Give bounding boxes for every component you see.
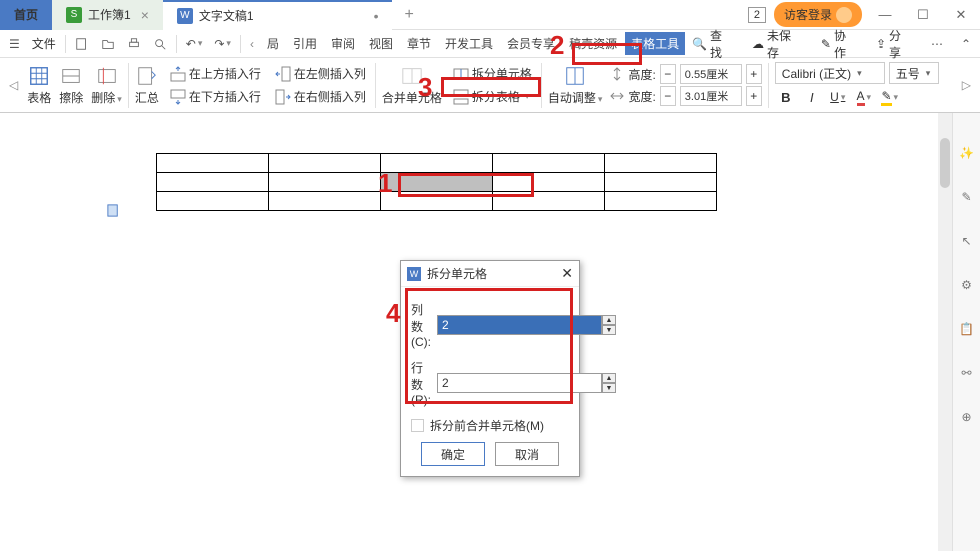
summary-button[interactable]: 汇总 [131,63,163,108]
font-size-select[interactable]: 五号▾ [889,62,939,84]
undo-icon[interactable]: ↶▾ [181,34,208,54]
unsaved-indicator[interactable]: ☁未保存 [747,24,808,64]
height-decrease[interactable]: − [660,64,676,84]
select-icon[interactable]: ↖ [957,231,977,251]
font-color-button[interactable]: A▾ [853,86,875,108]
height-input[interactable] [680,64,742,84]
tab-label: 文字文稿1 [199,7,254,24]
menu-tab[interactable]: 审阅 [325,32,361,55]
ok-button[interactable]: 确定 [421,442,485,466]
menu-tab[interactable]: 局 [261,32,285,55]
merge-before-checkbox: 拆分前合并单元格(M) [411,417,569,434]
vertical-scrollbar[interactable] [938,113,952,551]
tab-document[interactable]: W 文字文稿1 • [163,0,393,30]
menu-bar: ☰ 文件 ↶▾ ↷▾ ‹ 局 引用 审阅 视图 章节 开发工具 会员专享 稿壳资… [0,30,980,58]
notification-badge[interactable]: 2 [748,7,766,23]
width-label: 宽度: [628,88,655,105]
checkbox-icon [411,419,424,432]
tab-modified-dot: • [374,8,379,24]
dialog-close-icon[interactable]: ✕ [561,265,573,282]
dialog-icon: W [407,267,421,281]
annotation-box-3 [441,77,541,97]
width-increase[interactable]: + [746,86,762,106]
cols-up[interactable]: ▲ [602,315,616,325]
insert-col-right-button[interactable]: 在右侧插入列 [272,86,369,107]
redo-icon[interactable]: ↷▾ [209,34,236,54]
search-button[interactable]: 🔍查找 [687,24,739,64]
more-icon[interactable]: ⋯ [926,34,948,54]
merge-cells-button: 合并单元格 [378,63,446,108]
annotation-box-4 [405,288,573,404]
tab-label: 工作簿1 [88,6,131,23]
dialog-title: 拆分单元格 [427,265,487,282]
width-icon [610,89,624,103]
bold-button[interactable]: B [775,86,797,108]
height-icon [610,67,624,81]
width-input[interactable] [680,86,742,106]
annotation-4: 4 [386,298,400,329]
spreadsheet-icon: S [66,7,82,23]
print-icon[interactable] [122,34,146,54]
annotation-2: 2 [550,30,564,61]
height-increase[interactable]: + [746,64,762,84]
pen-icon[interactable]: ✎ [957,187,977,207]
annotation-box-1 [398,173,534,197]
insert-col-left-button[interactable]: 在左侧插入列 [272,63,369,84]
annotation-3: 3 [418,72,432,103]
insert-row-above-button[interactable]: 在上方插入行 [167,63,264,84]
cols-down[interactable]: ▼ [602,325,616,335]
cancel-button[interactable]: 取消 [495,442,559,466]
avatar-icon [836,7,852,23]
side-panel: ✨ ✎ ↖ ⚙ 📋 ⚯ ⊕ [952,113,980,551]
file-menu[interactable]: 文件 [27,32,61,55]
document-icon: W [177,8,193,24]
rows-up[interactable]: ▲ [602,373,616,383]
collapse-ribbon-icon[interactable]: ⌃ [956,34,976,54]
height-label: 高度: [628,66,655,83]
row-height-control: 高度: − + [610,64,761,84]
delete-button[interactable]: 删除▾ [87,63,126,108]
menu-tab[interactable]: 开发工具 [439,32,499,55]
new-icon[interactable] [70,34,94,54]
draw-table-button[interactable]: 表格 [23,63,55,108]
ribbon-nav-left-icon[interactable]: ◁ [4,75,23,95]
rows-down[interactable]: ▼ [602,383,616,393]
new-tab-button[interactable]: + [392,0,425,30]
annotation-1: 1 [378,168,392,199]
underline-button[interactable]: U▾ [827,86,849,108]
share-button[interactable]: ⇪分享 [871,24,918,64]
erase-button[interactable]: 擦除 [55,63,87,108]
menu-tab[interactable]: 章节 [401,32,437,55]
nav-left-icon[interactable]: ‹ [245,34,259,54]
menu-tab[interactable]: 引用 [287,32,323,55]
insert-row-below-button[interactable]: 在下方插入行 [167,86,264,107]
menu-tab[interactable]: 视图 [363,32,399,55]
ribbon-nav-right-icon[interactable]: ▷ [957,75,976,95]
annotation-box-2 [572,43,642,65]
italic-button[interactable]: I [801,86,823,108]
close-icon[interactable]: × [141,7,149,23]
tab-workbook[interactable]: S 工作簿1 × [52,0,163,30]
collab-button[interactable]: ✎协作 [816,24,863,64]
col-width-control: 宽度: − + [610,86,761,106]
width-decrease[interactable]: − [660,86,676,106]
highlight-button[interactable]: ✎▾ [879,86,901,108]
open-icon[interactable] [96,34,120,54]
tab-home[interactable]: 首页 [0,0,52,30]
settings-slider-icon[interactable]: ⚙ [957,275,977,295]
paragraph-mark-icon [106,203,121,218]
scrollbar-thumb[interactable] [940,138,950,188]
clipboard-icon[interactable]: 📋 [957,319,977,339]
tools-icon[interactable]: ⊕ [957,407,977,427]
font-family-select[interactable]: Calibri (正文)▾ [775,62,885,84]
assistant-icon[interactable]: ✨ [957,143,977,163]
autofit-button[interactable]: 自动调整▾ [544,63,607,108]
dialog-titlebar[interactable]: W 拆分单元格 ✕ [401,261,579,287]
app-menu-icon[interactable]: ☰ [4,34,25,54]
preview-icon[interactable] [148,34,172,54]
link-icon[interactable]: ⚯ [957,363,977,383]
